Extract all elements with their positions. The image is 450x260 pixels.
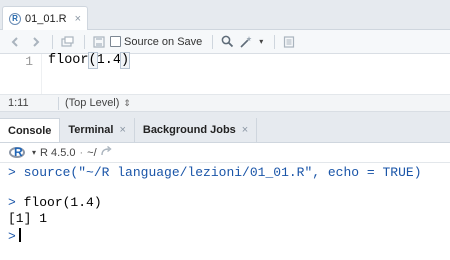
close-icon[interactable]: × [119,124,125,136]
search-icon[interactable] [219,34,235,50]
r-version: R 4.5.0 [40,146,76,159]
code-function-name: floor [48,53,89,68]
toolbar-divider [84,34,85,49]
file-tab-label: 01_01.R [25,12,67,25]
tab-terminal[interactable]: Terminal × [60,118,135,142]
console-tab-bar: Console Terminal × Background Jobs × [0,118,450,143]
code-argument: 1.4 [96,53,121,68]
text-cursor [18,228,21,242]
chevron-down-icon[interactable]: ▾ [257,34,265,50]
open-paren: ( [87,52,98,69]
tab-console[interactable]: Console [0,118,61,142]
tab-background-jobs[interactable]: Background Jobs × [135,118,258,142]
close-paren: ) [119,52,131,69]
editor-tab-bar: R 01_01.R × [0,0,450,30]
toolbar-divider [212,34,214,49]
line-gutter: 1 [0,54,42,94]
console-prompt: > [8,229,16,244]
go-to-directory-icon[interactable] [100,145,112,159]
toolbar-divider [274,34,276,49]
r-file-icon: R [9,12,21,25]
tab-console-label: Console [8,124,52,137]
console-prompt: > [8,165,16,180]
tab-terminal-label: Terminal [68,124,114,136]
editor-status-bar: 1:11 (Top Level) ⇕ [0,94,450,111]
show-in-window-icon[interactable] [59,34,75,50]
close-icon[interactable]: × [242,124,248,136]
toolbar-divider [52,34,53,49]
console-command: floor(1.4) [23,195,102,210]
console-output[interactable]: > source("~/R language/lezioni/01_01.R",… [0,163,450,260]
code-editor[interactable]: 1 floor(1.4) [0,52,450,94]
forward-arrow-icon[interactable] [27,34,43,50]
working-directory[interactable]: ~/ [87,147,96,159]
console-line: > floor(1.4) [8,195,102,210]
source-on-save-label: Source on Save [124,35,203,48]
separator-dot: · [79,146,84,159]
editor-toolbar: Source on Save ▾ [0,30,450,54]
updown-arrows-icon[interactable]: ⇕ [123,98,131,109]
magic-wand-icon[interactable] [238,34,254,50]
console-result: [1] 1 [8,211,48,226]
console-toolbar: R ▾ R 4.5.0 · ~/ [0,143,450,163]
chevron-down-icon[interactable]: ▾ [32,148,36,157]
editor-file-tab[interactable]: R 01_01.R × [2,6,88,30]
console-prompt: > [8,195,16,210]
cursor-position: 1:11 [8,97,29,109]
console-input-line[interactable]: > [8,228,21,244]
save-icon[interactable] [91,34,107,50]
source-on-save-checkbox[interactable] [110,36,121,47]
code-line[interactable]: floor(1.4) [48,52,131,69]
console-line: > source("~/R language/lezioni/01_01.R",… [8,165,422,180]
compile-report-icon[interactable] [281,34,297,50]
tab-background-jobs-label: Background Jobs [142,124,236,136]
back-arrow-icon[interactable] [8,34,24,50]
close-icon[interactable]: × [75,13,81,25]
console-command: source("~/R language/lezioni/01_01.R", e… [23,165,422,180]
r-logo-icon[interactable]: R [9,145,27,159]
scope-selector[interactable]: (Top Level) [59,97,119,109]
line-number: 1 [25,54,33,69]
